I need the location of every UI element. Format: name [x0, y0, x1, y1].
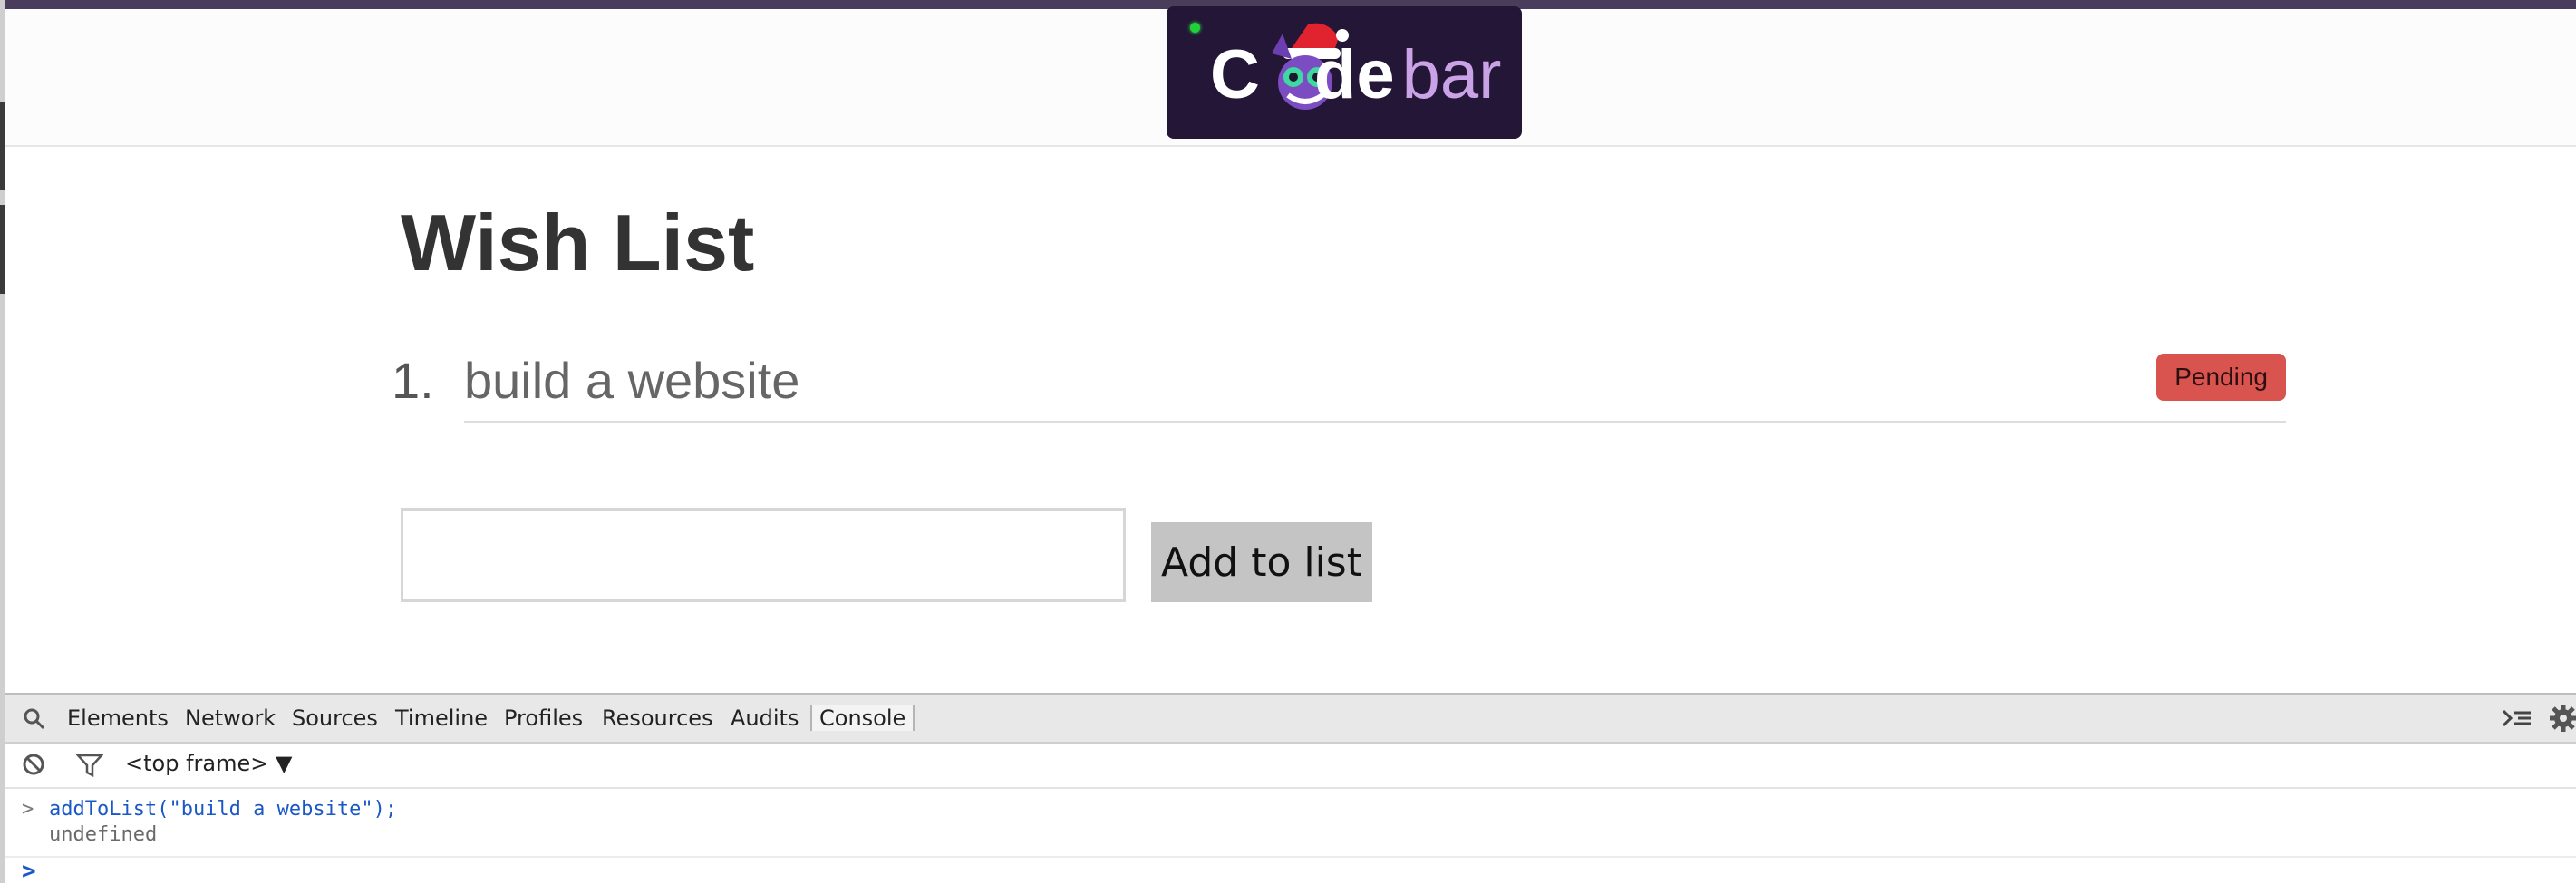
list-item: 1. build a website Pending: [392, 345, 2286, 426]
chevron-down-icon: ▼: [275, 751, 293, 776]
tab-elements[interactable]: Elements: [67, 705, 169, 731]
clear-console-icon[interactable]: [22, 753, 45, 776]
site-header: Cde bar: [5, 6, 2576, 147]
logo-letter: C: [1210, 36, 1260, 113]
add-to-list-button[interactable]: Add to list: [1151, 522, 1372, 602]
logo-letters: de: [1313, 36, 1395, 113]
tab-resources[interactable]: Resources: [602, 705, 713, 731]
devtools-tab-bar: Elements Network Sources Timeline Profil…: [5, 693, 2576, 744]
tab-timeline[interactable]: Timeline: [395, 705, 488, 731]
new-item-input[interactable]: [401, 508, 1126, 602]
input-prompt-icon: >: [22, 798, 34, 821]
item-number: 1.: [392, 352, 434, 409]
logo-suffix: bar: [1401, 36, 1502, 113]
console-input-caret[interactable]: >: [22, 858, 36, 885]
console-command: addToList("build a website");: [49, 798, 398, 821]
tab-network[interactable]: Network: [185, 705, 276, 731]
settings-gear-icon[interactable]: [2549, 704, 2576, 733]
console-toolbar: <top frame> ▼: [5, 742, 2576, 789]
frame-selector-label: <top frame>: [125, 751, 269, 776]
wish-list: 1. build a website Pending: [392, 345, 2286, 426]
codebar-logo[interactable]: Cde bar: [1167, 6, 1522, 139]
left-edge-mark: [0, 205, 5, 294]
logo-wordmark: Cde bar: [1210, 39, 1501, 112]
console-drawer-icon[interactable]: [2502, 705, 2532, 731]
tab-sources[interactable]: Sources: [292, 705, 378, 731]
status-led-icon: [1190, 23, 1200, 33]
devtools-panel: Elements Network Sources Timeline Profil…: [5, 693, 2576, 885]
status-badge[interactable]: Pending: [2156, 354, 2286, 401]
tab-console[interactable]: Console: [810, 705, 915, 731]
item-text: build a website: [464, 345, 2286, 423]
tab-profiles[interactable]: Profiles: [504, 705, 583, 731]
search-icon[interactable]: [22, 706, 47, 732]
console-result: undefined: [49, 823, 158, 846]
filter-icon[interactable]: [76, 753, 103, 778]
page-title: Wish List: [401, 198, 755, 287]
console-divider: [5, 856, 2576, 858]
tab-audits[interactable]: Audits: [731, 705, 799, 731]
frame-selector[interactable]: <top frame> ▼: [125, 751, 292, 776]
